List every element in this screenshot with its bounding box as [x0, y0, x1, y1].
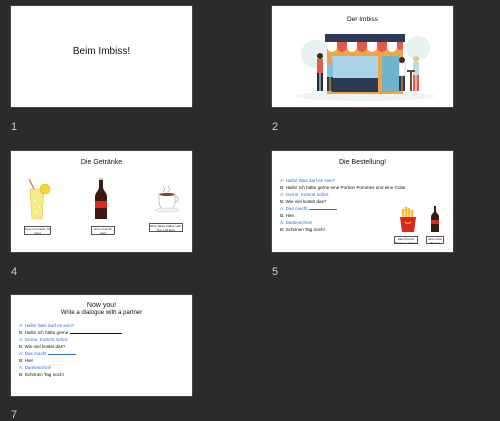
- dialogue-line: A: Dankeschön!: [19, 365, 52, 370]
- dialogue-text: A: Das macht: [280, 206, 308, 211]
- slide-title: Die Bestellung!: [338, 159, 387, 166]
- dialogue-line: A: Gerne. Kommt sofort.: [19, 337, 69, 342]
- slide-subtitle: Write a dialogue with a partner: [60, 310, 143, 316]
- dialogue-line: B: Hallo! Ich hätte gerne: [19, 330, 122, 335]
- dialogue-line: B: Hier.: [19, 358, 35, 363]
- drink-label-cola: Eine Cola 90 Cent: [91, 226, 115, 235]
- slide-number: 2: [272, 121, 279, 133]
- dialogue-line: B: Schönen Tag noch!: [280, 227, 325, 232]
- slide-number: 1: [11, 121, 18, 133]
- dialogue-line: B: Wie viel kostet das?: [280, 199, 327, 204]
- order-label-cola: Eine Cola 90 Cent: [426, 236, 444, 244]
- dialogue-line: A: Das macht: [280, 206, 337, 211]
- cola-bottle-icon: [95, 178, 107, 219]
- answer-blank: [69, 330, 122, 334]
- slide-title: Beim Imbiss!: [72, 46, 131, 57]
- slide-number: 7: [11, 409, 18, 421]
- drink-label-coffee: Eine Tasse Kaffee oder Tee 1,20 Euro: [149, 223, 183, 232]
- slide-thumbnail-7[interactable]: Now you! Write a dialogue with a partner…: [10, 294, 193, 397]
- dialogue-line: B: Schönen Tag noch!: [19, 372, 64, 377]
- cola-bottle-icon: [431, 206, 439, 232]
- fries-icon: [400, 207, 416, 232]
- order-label-fries: Eine Portion Pommes 2 Euro: [394, 236, 418, 245]
- slide-title: Der Imbiss: [346, 16, 379, 23]
- dialogue-line: B: Hier.: [280, 213, 296, 218]
- coffee-cup-icon: [154, 185, 180, 213]
- imbiss-illustration: [295, 34, 435, 101]
- dialogue-line: A: Hallo! Was darf es sein?: [19, 323, 75, 328]
- lemonade-icon: [28, 178, 51, 220]
- slide-title: Die Getränke: [80, 159, 123, 166]
- slide-thumbnail-5[interactable]: Die Bestellung! A: Hallo! Was darf es se…: [271, 150, 454, 253]
- dialogue-line: A: Gerne. Kommt sofort.: [280, 192, 330, 197]
- dialogue-line: A: Hallo! Was darf es sein?: [280, 178, 336, 183]
- dialogue-line: B: Hallo! Ich hätte gerne eine Portion P…: [280, 185, 406, 190]
- drink-label-lemonade: Eine Limonade 70 Cent: [24, 226, 51, 235]
- slide-number: 5: [272, 266, 279, 278]
- dialogue-text: A: Das macht: [19, 351, 47, 356]
- slide-thumbnail-4[interactable]: Die Getränke Eine Limonade 70 Cent Eine …: [10, 150, 193, 253]
- dialogue-line: B: Wie viel kostet das?: [19, 344, 66, 349]
- slide-number: 4: [11, 266, 18, 278]
- dialogue-line: A: Dankeschön!: [280, 220, 313, 225]
- slide-thumbnail-1[interactable]: Beim Imbiss!: [10, 5, 193, 108]
- slide-title: Now you!: [86, 302, 117, 309]
- dialogue-line: A: Das macht: [19, 351, 76, 356]
- slide-thumbnail-2[interactable]: Der Imbiss: [271, 5, 454, 108]
- dialogue-text: B: Hallo! Ich hätte gerne: [19, 330, 69, 335]
- answer-blank: [47, 351, 76, 355]
- answer-blank: [308, 206, 337, 210]
